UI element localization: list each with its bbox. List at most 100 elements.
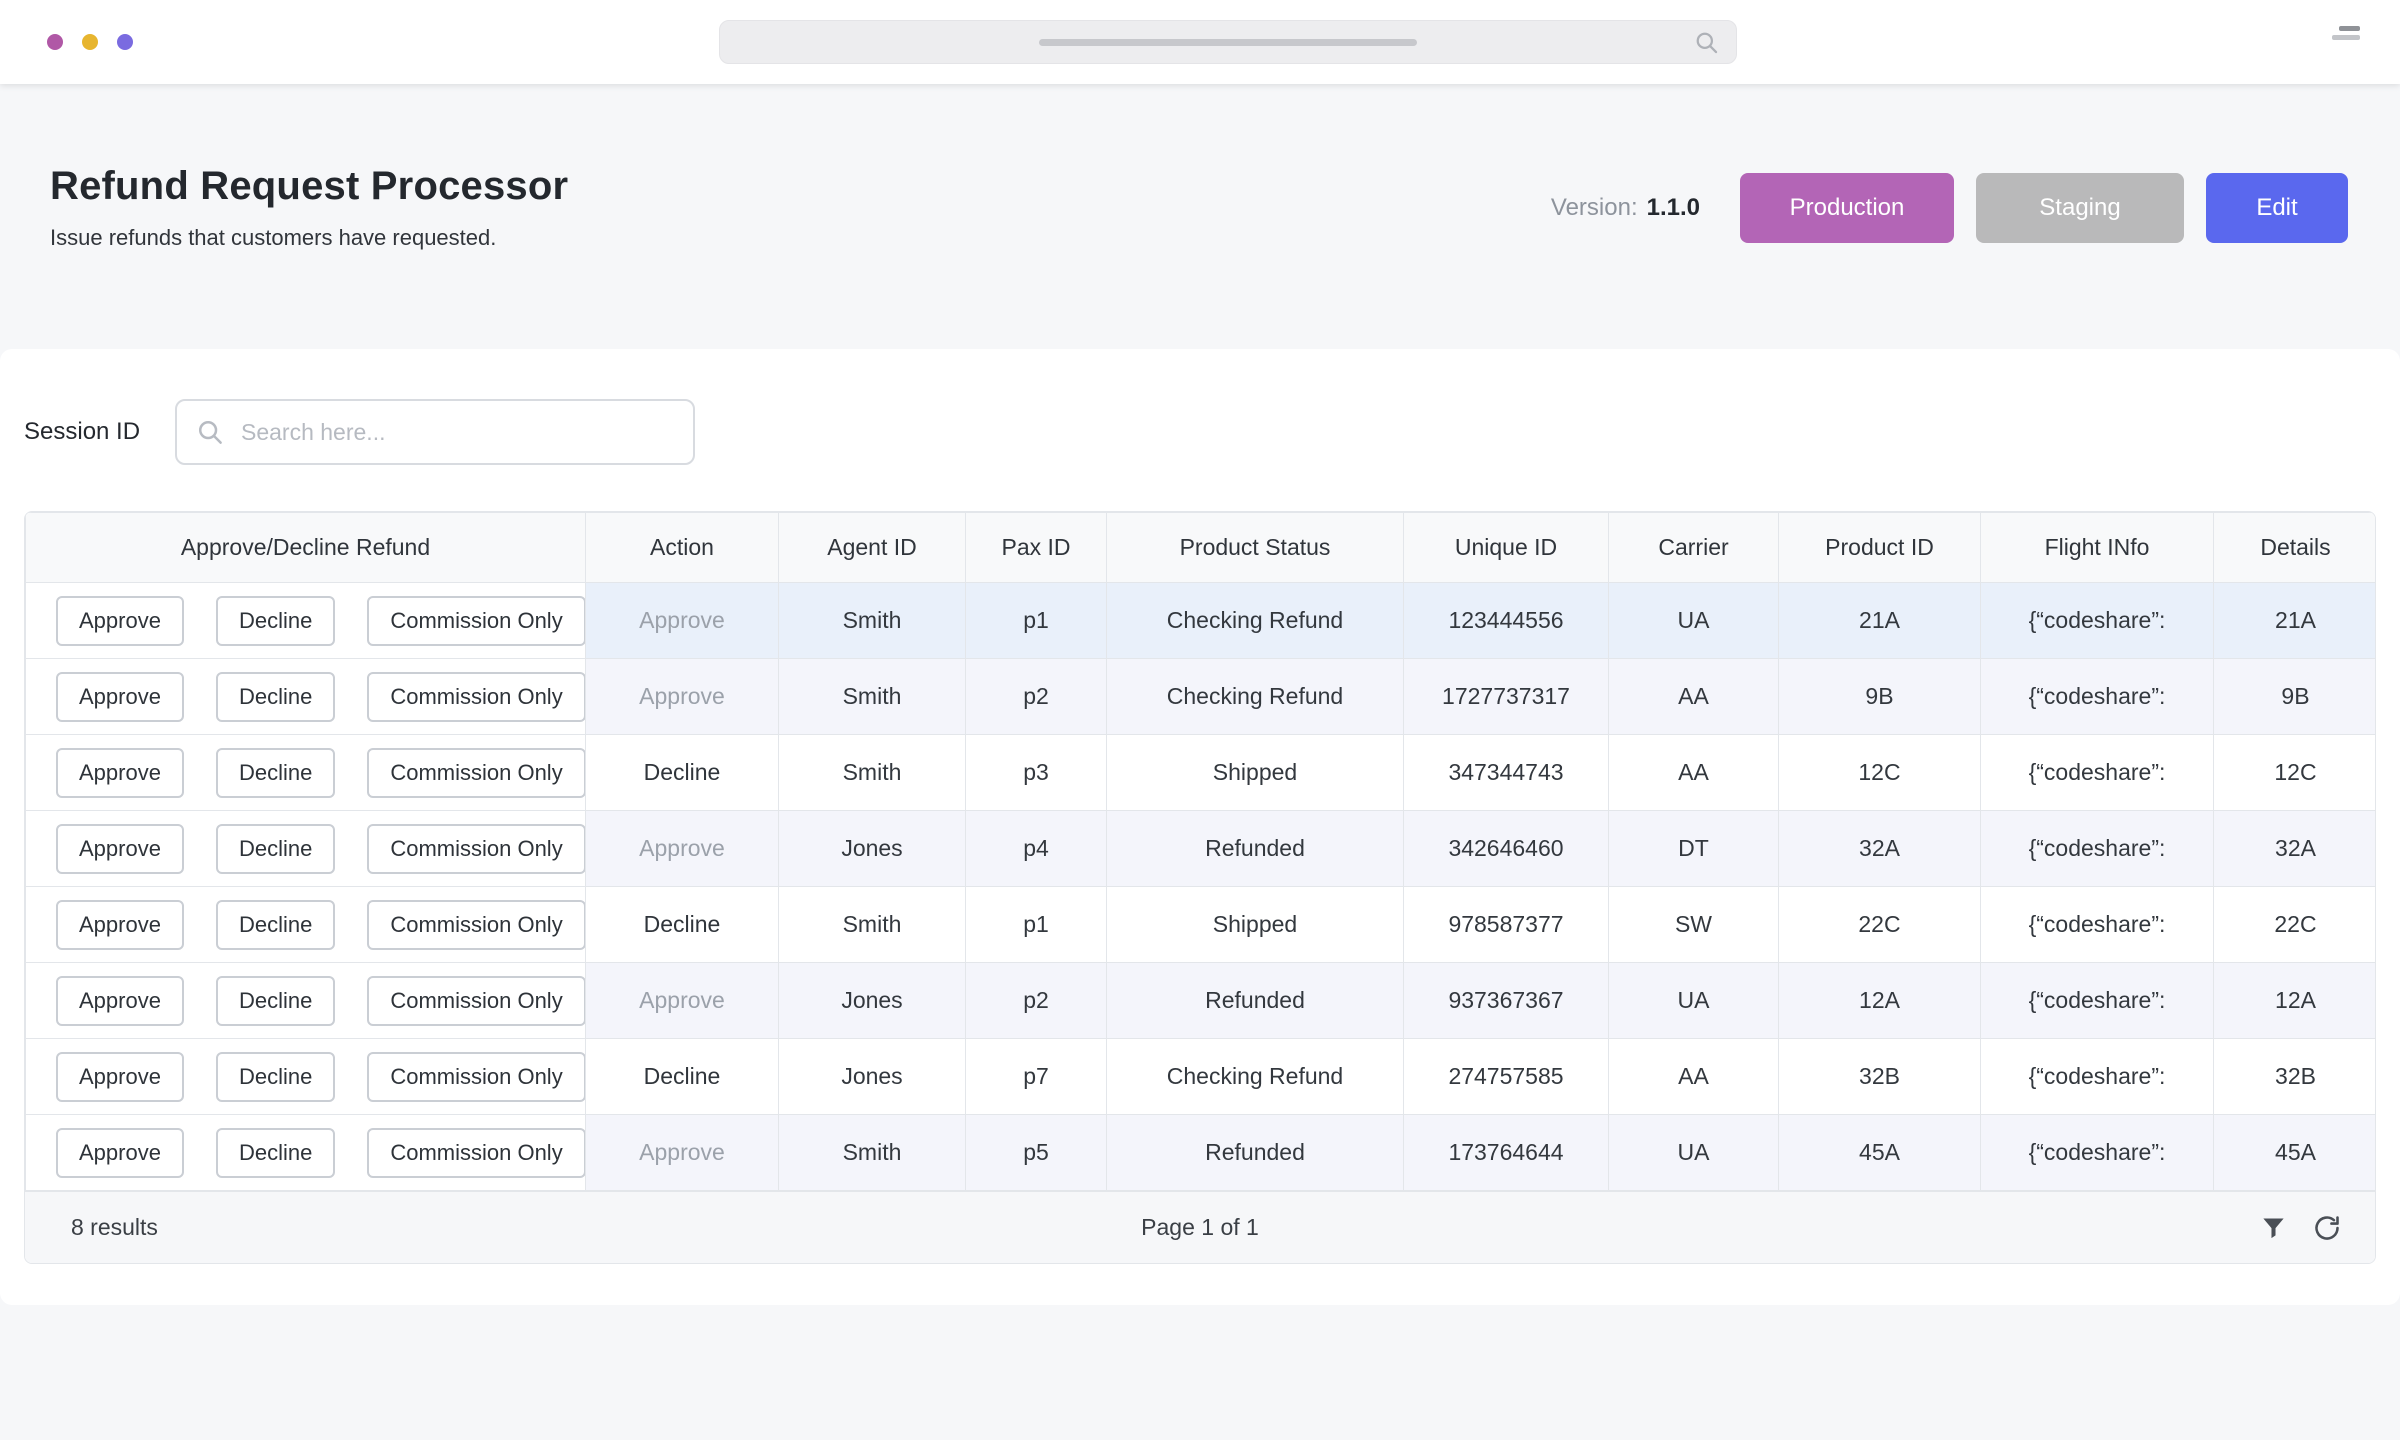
header-actions: Version:1.1.0 Production Staging Edit — [1551, 173, 2348, 243]
column-unique-id: Unique ID — [1404, 513, 1609, 583]
results-count: 8 results — [71, 1214, 158, 1241]
window-dot-1[interactable] — [47, 34, 63, 50]
action-cell: Approve — [586, 811, 779, 887]
details-cell: 21A — [2214, 583, 2377, 659]
product-id-cell: 32A — [1779, 811, 1981, 887]
action-cell: Approve — [586, 963, 779, 1039]
commission-only-button[interactable]: Commission Only — [367, 748, 585, 798]
column-product-status: Product Status — [1107, 513, 1404, 583]
decline-button[interactable]: Decline — [216, 1128, 335, 1178]
agent-id-cell: Smith — [779, 659, 966, 735]
menu-icon[interactable] — [2328, 22, 2364, 57]
decline-button[interactable]: Decline — [216, 748, 335, 798]
approve-button[interactable]: Approve — [56, 900, 184, 950]
unique-id-cell: 274757585 — [1404, 1039, 1609, 1115]
column-details: Details — [2214, 513, 2377, 583]
refund-actions-cell: Approve Decline Commission Only — [26, 583, 586, 659]
details-cell: 9B — [2214, 659, 2377, 735]
commission-only-button[interactable]: Commission Only — [367, 672, 585, 722]
pax-id-cell: p3 — [966, 735, 1107, 811]
window-dot-2[interactable] — [82, 34, 98, 50]
flight-info-cell: {“codeshare”: — [1981, 659, 2214, 735]
page-title: Refund Request Processor — [50, 164, 568, 209]
page-subtitle: Issue refunds that customers have reques… — [50, 225, 568, 251]
action-cell: Approve — [586, 583, 779, 659]
product-status-cell: Checking Refund — [1107, 583, 1404, 659]
decline-button[interactable]: Decline — [216, 672, 335, 722]
table-header: Approve/Decline Refund Action Agent ID P… — [26, 513, 2377, 583]
refund-actions-cell: Approve Decline Commission Only — [26, 963, 586, 1039]
table-row: Approve Decline Commission Only Decline … — [26, 1039, 2377, 1115]
edit-button[interactable]: Edit — [2206, 173, 2348, 243]
pax-id-cell: p1 — [966, 583, 1107, 659]
approve-button[interactable]: Approve — [56, 1128, 184, 1178]
version-text: Version:1.1.0 — [1551, 194, 1700, 222]
unique-id-cell: 173764644 — [1404, 1115, 1609, 1191]
decline-button[interactable]: Decline — [216, 1052, 335, 1102]
decline-button[interactable]: Decline — [216, 596, 335, 646]
details-cell: 12C — [2214, 735, 2377, 811]
session-search — [175, 399, 695, 465]
page-header: Refund Request Processor Issue refunds t… — [0, 84, 2400, 349]
search-input[interactable] — [175, 399, 695, 465]
commission-only-button[interactable]: Commission Only — [367, 1052, 585, 1102]
approve-button[interactable]: Approve — [56, 976, 184, 1026]
decline-button[interactable]: Decline — [216, 824, 335, 874]
table-row: Approve Decline Commission Only Approve … — [26, 659, 2377, 735]
window-controls — [47, 34, 133, 50]
approve-button[interactable]: Approve — [56, 748, 184, 798]
pax-id-cell: p4 — [966, 811, 1107, 887]
approve-button[interactable]: Approve — [56, 596, 184, 646]
pax-id-cell: p2 — [966, 963, 1107, 1039]
carrier-cell: UA — [1609, 1115, 1779, 1191]
carrier-cell: AA — [1609, 1039, 1779, 1115]
unique-id-cell: 347344743 — [1404, 735, 1609, 811]
action-cell: Approve — [586, 659, 779, 735]
product-id-cell: 45A — [1779, 1115, 1981, 1191]
table-row: Approve Decline Commission Only Approve … — [26, 811, 2377, 887]
refund-actions-cell: Approve Decline Commission Only — [26, 659, 586, 735]
approve-button[interactable]: Approve — [56, 824, 184, 874]
refund-actions-cell: Approve Decline Commission Only — [26, 1115, 586, 1191]
flight-info-cell: {“codeshare”: — [1981, 1039, 2214, 1115]
column-agent-id: Agent ID — [779, 513, 966, 583]
carrier-cell: AA — [1609, 659, 1779, 735]
staging-button[interactable]: Staging — [1976, 173, 2184, 243]
browser-chrome — [0, 0, 2400, 84]
refresh-icon[interactable] — [2313, 1214, 2341, 1242]
search-icon[interactable] — [1693, 29, 1720, 61]
decline-button[interactable]: Decline — [216, 976, 335, 1026]
commission-only-button[interactable]: Commission Only — [367, 596, 585, 646]
column-flight-info: Flight INfo — [1981, 513, 2214, 583]
action-cell: Decline — [586, 1039, 779, 1115]
refund-actions-cell: Approve Decline Commission Only — [26, 1039, 586, 1115]
filter-icon[interactable] — [2260, 1214, 2287, 1241]
details-cell: 12A — [2214, 963, 2377, 1039]
window-dot-3[interactable] — [117, 34, 133, 50]
refund-actions-cell: Approve Decline Commission Only — [26, 811, 586, 887]
approve-button[interactable]: Approve — [56, 672, 184, 722]
address-bar[interactable] — [719, 20, 1737, 64]
title-block: Refund Request Processor Issue refunds t… — [50, 164, 568, 251]
production-button[interactable]: Production — [1740, 173, 1954, 243]
table-row: Approve Decline Commission Only Decline … — [26, 735, 2377, 811]
decline-button[interactable]: Decline — [216, 900, 335, 950]
flight-info-cell: {“codeshare”: — [1981, 583, 2214, 659]
commission-only-button[interactable]: Commission Only — [367, 824, 585, 874]
product-status-cell: Checking Refund — [1107, 1039, 1404, 1115]
flight-info-cell: {“codeshare”: — [1981, 735, 2214, 811]
product-id-cell: 9B — [1779, 659, 1981, 735]
approve-button[interactable]: Approve — [56, 1052, 184, 1102]
product-id-cell: 32B — [1779, 1039, 1981, 1115]
product-status-cell: Checking Refund — [1107, 659, 1404, 735]
commission-only-button[interactable]: Commission Only — [367, 976, 585, 1026]
carrier-cell: AA — [1609, 735, 1779, 811]
commission-only-button[interactable]: Commission Only — [367, 1128, 585, 1178]
commission-only-button[interactable]: Commission Only — [367, 900, 585, 950]
page-indicator: Page 1 of 1 — [1141, 1214, 1259, 1241]
pax-id-cell: p5 — [966, 1115, 1107, 1191]
product-status-cell: Refunded — [1107, 1115, 1404, 1191]
agent-id-cell: Jones — [779, 811, 966, 887]
version-label: Version: — [1551, 194, 1638, 221]
main-card: Session ID Approve/Decline Refund Action — [0, 349, 2400, 1305]
